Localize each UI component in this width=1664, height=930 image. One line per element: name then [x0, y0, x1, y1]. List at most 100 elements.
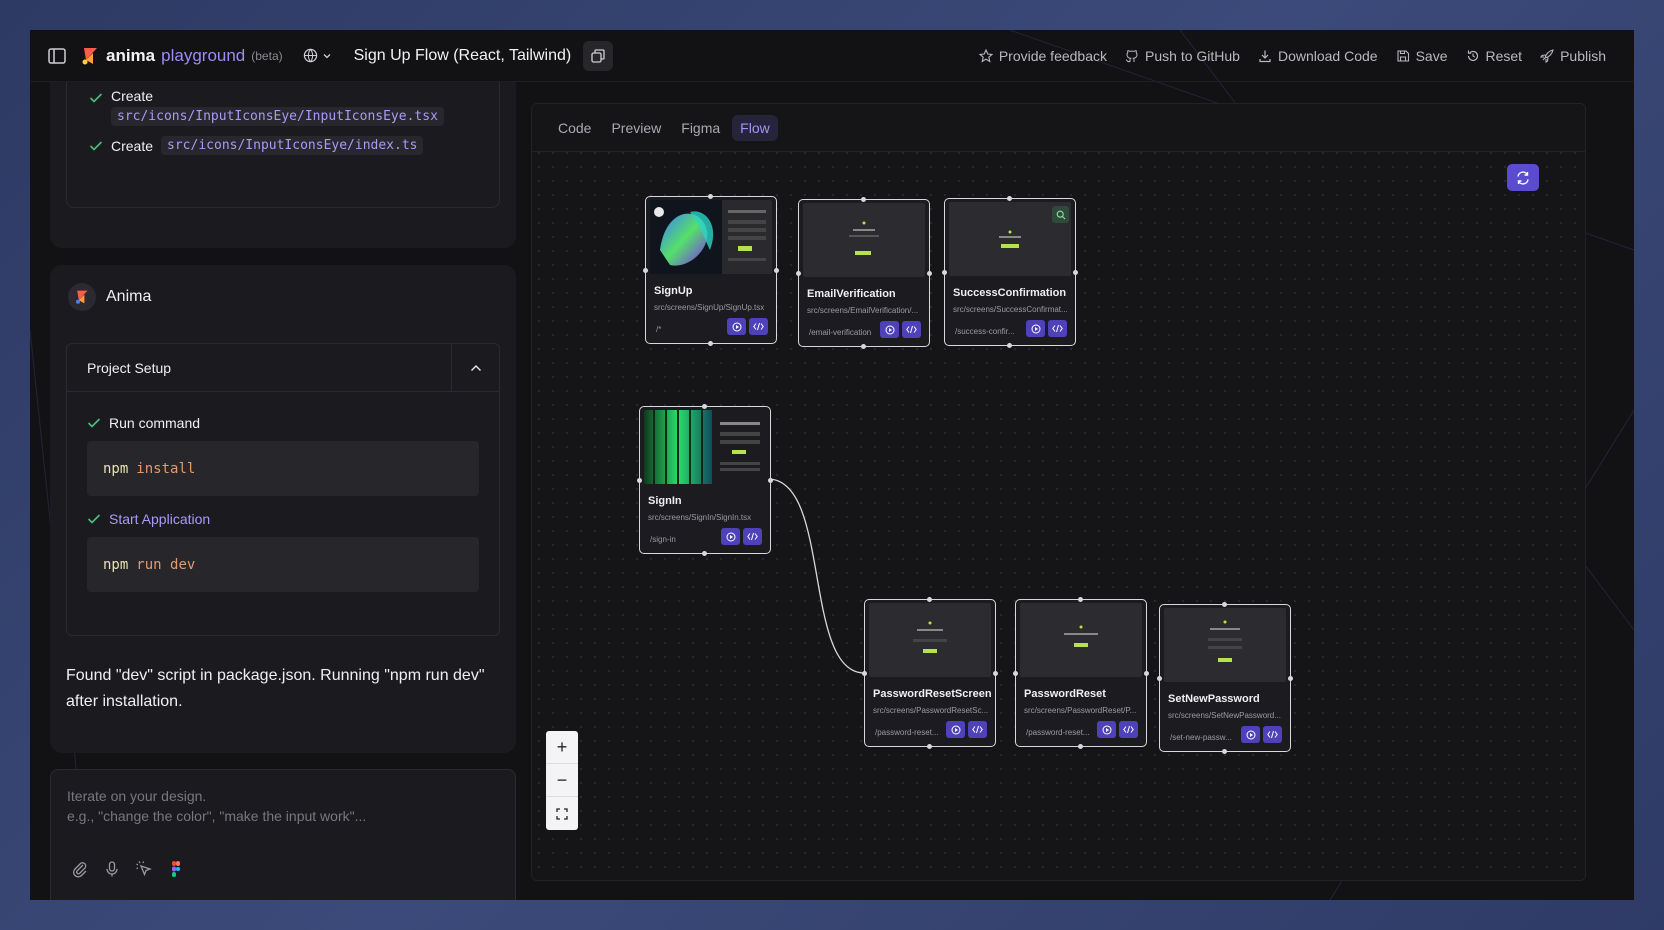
node-port[interactable]: [1078, 744, 1083, 749]
screen-thumbnail: [644, 410, 766, 484]
zoom-out-button[interactable]: −: [546, 764, 578, 797]
node-port[interactable]: [862, 671, 867, 676]
preview-button[interactable]: [727, 318, 746, 335]
node-port[interactable]: [1288, 676, 1293, 681]
publish-button[interactable]: Publish: [1540, 48, 1606, 64]
code-icon: [972, 725, 983, 734]
flow-canvas[interactable]: Code Preview Figma Flow SignUp src/scree…: [531, 103, 1586, 881]
brand-subtitle: playground: [161, 45, 246, 65]
node-port[interactable]: [927, 744, 932, 749]
node-port[interactable]: [1007, 343, 1012, 348]
node-port[interactable]: [993, 671, 998, 676]
node-port[interactable]: [942, 270, 947, 275]
flow-node-signup[interactable]: SignUp src/screens/SignUp/SignUp.tsx /*: [643, 194, 779, 346]
node-actions: [880, 321, 921, 338]
screen-thumbnail: [869, 603, 991, 677]
push-to-github-button[interactable]: Push to GitHub: [1125, 48, 1240, 64]
file-changes-card: Create src/icons/InputIconsEye/InputIcon…: [50, 82, 516, 248]
node-route: /password-reset...: [1026, 728, 1090, 737]
node-port[interactable]: [708, 194, 713, 199]
command-block: npm run dev: [87, 537, 479, 592]
preview-button[interactable]: [880, 321, 899, 338]
flow-node-password-reset-screen[interactable]: PasswordResetScreen src/screens/Password…: [862, 597, 998, 749]
code-button[interactable]: [743, 528, 762, 545]
screen-thumbnail: [1164, 608, 1286, 682]
node-port[interactable]: [768, 478, 773, 483]
microphone-icon[interactable]: [103, 860, 121, 878]
code-icon: [753, 322, 764, 331]
play-icon: [951, 725, 960, 734]
flow-node-signin[interactable]: SignIn src/screens/SignIn/SignIn.tsx /si…: [637, 404, 773, 556]
beta-badge: (beta): [251, 48, 283, 63]
screen-thumbnail: [650, 200, 772, 274]
chat-panel: Create src/icons/InputIconsEye/InputIcon…: [50, 82, 516, 900]
fullscreen-icon: [556, 807, 568, 820]
rocket-icon: [1540, 49, 1554, 63]
node-port[interactable]: [796, 271, 801, 276]
preview-button[interactable]: [1097, 721, 1116, 738]
flow-node-email-verification[interactable]: EmailVerification src/screens/EmailVerif…: [796, 197, 932, 349]
code-button[interactable]: [968, 721, 987, 738]
node-port[interactable]: [861, 344, 866, 349]
prompt-input[interactable]: Iterate on your design. e.g., "change th…: [50, 769, 516, 900]
flow-node-password-reset[interactable]: PasswordReset src/screens/PasswordReset/…: [1013, 597, 1149, 749]
node-port[interactable]: [1157, 676, 1162, 681]
check-icon: [87, 418, 101, 428]
node-actions: [1026, 320, 1067, 337]
provide-feedback-button[interactable]: Provide feedback: [978, 48, 1107, 64]
preview-button[interactable]: [1241, 726, 1260, 743]
code-icon: [1123, 725, 1134, 734]
node-port[interactable]: [861, 197, 866, 202]
node-port[interactable]: [1222, 602, 1227, 607]
file-path-chip[interactable]: src/icons/InputIconsEye/InputIconsEye.ts…: [111, 107, 444, 126]
sidebar-toggle-icon[interactable]: [46, 45, 68, 67]
node-port[interactable]: [1013, 671, 1018, 676]
download-code-button[interactable]: Download Code: [1258, 48, 1378, 64]
reset-button[interactable]: Reset: [1466, 48, 1522, 64]
select-element-icon[interactable]: [135, 860, 153, 878]
project-setup-header[interactable]: Project Setup: [67, 344, 499, 392]
agent-header: Anima: [68, 283, 151, 311]
node-port[interactable]: [708, 341, 713, 346]
node-port[interactable]: [1007, 196, 1012, 201]
code-button[interactable]: [1263, 726, 1282, 743]
search-icon[interactable]: [1052, 206, 1069, 223]
node-port[interactable]: [643, 268, 648, 273]
zoom-in-button[interactable]: +: [546, 731, 578, 764]
preview-button[interactable]: [946, 721, 965, 738]
node-port[interactable]: [774, 268, 779, 273]
play-icon: [1031, 324, 1040, 333]
node-port[interactable]: [1222, 749, 1227, 754]
node-port[interactable]: [702, 551, 707, 556]
node-path: src/screens/EmailVerification/...: [807, 306, 919, 315]
preview-button[interactable]: [721, 528, 740, 545]
code-button[interactable]: [902, 321, 921, 338]
attach-icon[interactable]: [71, 860, 89, 878]
file-path-chip[interactable]: src/icons/InputIconsEye/index.ts: [161, 136, 424, 155]
node-port[interactable]: [702, 404, 707, 409]
flow-node-success-confirmation[interactable]: SuccessConfirmation src/screens/SuccessC…: [942, 196, 1078, 348]
file-change-item: Create src/icons/InputIconsEye/index.ts: [89, 136, 424, 155]
duplicate-project-button[interactable]: [583, 40, 614, 71]
visibility-dropdown[interactable]: [303, 48, 332, 63]
step-start-application: Start Application: [87, 511, 210, 527]
node-port[interactable]: [927, 597, 932, 602]
preview-button[interactable]: [1026, 320, 1045, 337]
figma-icon[interactable]: [167, 860, 185, 878]
node-port[interactable]: [637, 478, 642, 483]
code-button[interactable]: [1048, 320, 1067, 337]
node-port[interactable]: [1078, 597, 1083, 602]
node-port[interactable]: [927, 271, 932, 276]
collapse-button[interactable]: [451, 344, 499, 392]
node-route: /*: [656, 325, 662, 334]
save-button[interactable]: Save: [1396, 48, 1448, 64]
code-button[interactable]: [1119, 721, 1138, 738]
fit-view-button[interactable]: [546, 797, 578, 830]
agent-message-text: Found "dev" script in package.json. Runn…: [66, 667, 485, 710]
node-port[interactable]: [1073, 270, 1078, 275]
code-button[interactable]: [749, 318, 768, 335]
flow-node-set-new-password[interactable]: SetNewPassword src/screens/SetNewPasswor…: [1157, 602, 1293, 754]
node-port[interactable]: [1144, 671, 1149, 676]
node-path: src/screens/SuccessConfirmat...: [953, 305, 1068, 314]
project-setup-panel: Project Setup Run command npm install St…: [66, 343, 500, 636]
